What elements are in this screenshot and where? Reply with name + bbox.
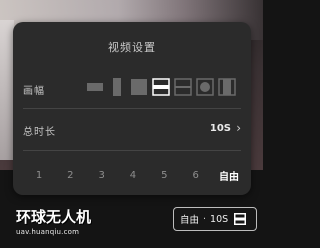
number-option[interactable]: 5 (152, 170, 176, 181)
ratio-bars-option[interactable] (218, 77, 236, 97)
duration-label: 总时长 (23, 127, 56, 138)
ratio-square-icon (131, 79, 147, 95)
chevron-right-icon[interactable]: › (236, 122, 241, 134)
number-option[interactable]: 1 (27, 170, 51, 181)
ratio-wide-icon (87, 83, 103, 91)
number-option[interactable]: 4 (121, 170, 145, 181)
ratio-circle-icon (196, 78, 214, 96)
number-option[interactable]: 2 (58, 170, 82, 181)
number-option[interactable]: 6 (184, 170, 208, 181)
ratio-letterbox-icon (234, 213, 247, 225)
number-option[interactable]: 3 (90, 170, 114, 181)
ratio-split-option[interactable] (174, 77, 192, 97)
watermark-url: uav.huanqiu.com (16, 228, 80, 236)
ratio-circle-option[interactable] (196, 77, 214, 97)
divider (23, 150, 241, 151)
watermark-logo: 环球无人机 (16, 208, 92, 226)
status-duration: 10S (210, 213, 229, 225)
status-separator: · (203, 213, 207, 225)
ratio-bars-icon (218, 78, 236, 96)
duration-value[interactable]: 10S (210, 123, 231, 134)
status-mode: 自由 (180, 215, 200, 226)
status-pill[interactable]: 自由 · 10S (173, 207, 257, 231)
aspect-ratio-options (86, 77, 236, 97)
number-options: 1 2 3 4 5 6 自由 (27, 168, 243, 183)
aspect-ratio-label: 画幅 (23, 86, 45, 97)
ratio-letterbox-option[interactable] (152, 77, 170, 97)
ratio-portrait-icon (113, 78, 121, 96)
ratio-portrait-option[interactable] (108, 77, 126, 97)
watermark: 环球无人机 uav.huanqiu.com (16, 206, 91, 236)
divider (23, 108, 241, 109)
ratio-square-option[interactable] (130, 77, 148, 97)
ratio-wide-option[interactable] (86, 77, 104, 97)
dialog-title: 视频设置 (108, 41, 156, 54)
number-option[interactable]: 自由 (215, 168, 243, 183)
video-settings-dialog: 视频设置 画幅 总时长 10S › 1 2 3 4 5 6 自由 (13, 22, 251, 195)
ratio-letterbox-icon (152, 78, 170, 96)
preview-edge (0, 20, 14, 160)
ratio-split-icon (174, 78, 192, 96)
